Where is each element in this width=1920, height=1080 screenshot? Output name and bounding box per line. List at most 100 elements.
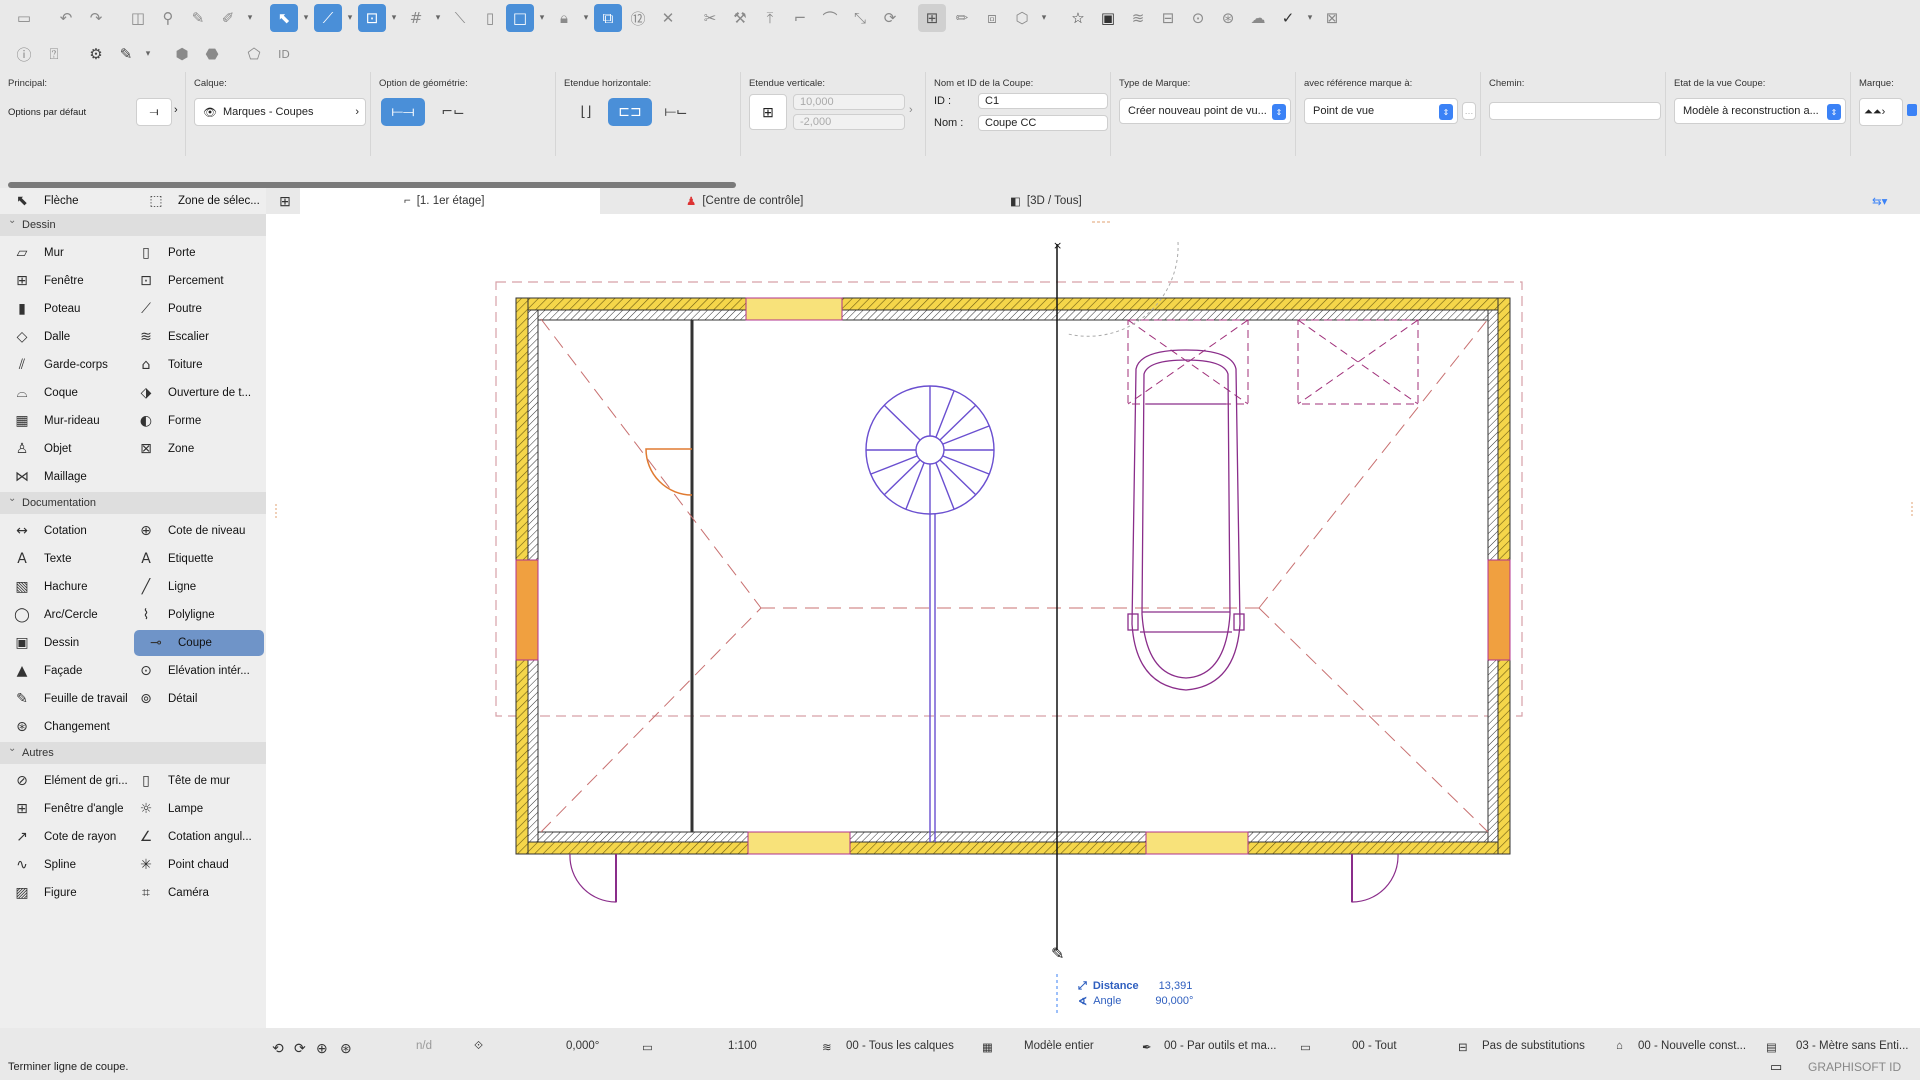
pen-set-value[interactable]: 00 - Par outils et ma... [1164,1040,1277,1052]
grid-snap-icon[interactable]: # [402,4,430,32]
tool-fleche[interactable]: ⬉ Flèche [10,188,78,214]
tool-percement[interactable]: ⊡ Percement [134,268,223,294]
offset-icon[interactable]: ⌐ [786,4,814,32]
scale-value[interactable]: 1:100 [728,1040,757,1052]
tool-cotation-angul[interactable]: ∠ Cotation angul... [134,824,252,850]
element-icon[interactable]: ⧈ [978,4,1006,32]
pencil-icon[interactable]: ✎ [112,40,140,68]
section-header-dessin[interactable]: Dessin [0,214,266,236]
tool-poutre[interactable]: ⟋ Poutre [134,296,202,322]
tool-dalle[interactable]: ◇ Dalle [10,324,71,350]
chevron-down-icon[interactable]: ▾ [344,4,356,32]
organizer-icon[interactable]: ⚙ [82,40,110,68]
tool-elévation-intér[interactable]: ⊙ Elévation intér... [134,658,250,684]
trace-icon[interactable]: ⧉ [594,4,622,32]
scissors-icon[interactable]: ✂ [696,4,724,32]
tool-ligne[interactable]: ╱ Ligne [134,574,196,600]
help-icon[interactable]: ⍰ [40,40,68,68]
id-icon[interactable]: ID [270,40,298,68]
tool-façade[interactable]: ▲ Façade [10,658,83,684]
elevate-icon[interactable]: ⤒ [756,4,784,32]
tool-cotation[interactable]: ↔ Cotation [10,518,87,544]
tool-zone[interactable]: ⊠ Zone [134,436,194,462]
check-icon[interactable]: ✓ [1274,4,1302,32]
snap-guide-icon[interactable]: ⊡ [358,4,386,32]
tool-texte[interactable]: A Texte [10,546,71,572]
geometry-straight-button[interactable]: ⟝⟞ [381,98,425,126]
layer-combo-value[interactable]: 00 - Tous les calques [846,1040,954,1052]
zoom-forward-icon[interactable]: ⟳ [294,1040,306,1057]
floor-plan-canvas[interactable]: × ✎ ⤢ Distance 13,391 ∢ Angle 90,000° [266,214,1920,1028]
tool-feuille-de-travail[interactable]: ✎ Feuille de travail [10,686,128,712]
reference-select[interactable]: Point de vue ⇕ [1304,98,1458,124]
favorites-icon[interactable]: ☆ [1064,4,1092,32]
wand-icon[interactable]: ⚒ [726,4,754,32]
id-field[interactable]: C1 [978,93,1108,109]
redo-icon[interactable]: ↷ [82,4,110,32]
tool-point-chaud[interactable]: ✳ Point chaud [134,852,229,878]
undo-icon[interactable]: ↶ [52,4,80,32]
chevron-down-icon[interactable]: ▾ [244,4,256,32]
publish-icon[interactable]: ⊙ [1184,4,1212,32]
tool-dessin[interactable]: ▣ Dessin [10,630,79,656]
info-icon[interactable]: ⓘ [10,40,38,68]
tab-1er-etage[interactable]: ⌐ [1. 1er étage] [300,188,600,214]
tab-3d[interactable]: ◧ [3D / Tous] [1010,188,1082,214]
angle-value[interactable]: 0,000° [566,1040,599,1052]
model-view-value[interactable]: Modèle entier [1024,1040,1094,1052]
tool-mur-rideau[interactable]: ▦ Mur-rideau [10,408,99,434]
guide-line-icon[interactable]: ⟋ [314,4,342,32]
tool-objet[interactable]: ♙ Objet [10,436,72,462]
sync-icon[interactable]: ☁ [1244,4,1272,32]
vertical-top-field[interactable]: 10,000 [793,94,905,110]
tool-figure[interactable]: ▨ Figure [10,880,76,906]
tab-options-icon[interactable]: ⇆▾ [1872,188,1887,214]
chevron-right-icon[interactable]: › [909,104,913,116]
inject-icon[interactable]: ✐ [214,4,242,32]
tracker-angle-value[interactable]: 90,000° [1155,995,1193,1008]
tool-arc-cercle[interactable]: ◯ Arc/Cercle [10,602,98,628]
tool-cote-de-niveau[interactable]: ⊕ Cote de niveau [134,518,245,544]
fillet-icon[interactable]: ⌒ [816,4,844,32]
save-icon[interactable]: ▭ [10,4,38,32]
magic-wand-icon[interactable]: ⚲ [154,4,182,32]
3d-filter-icon[interactable]: ⬢ [168,40,196,68]
tool-changement[interactable]: ⊛ Changement [10,714,110,740]
tool-escalier[interactable]: ≋ Escalier [134,324,209,350]
chevron-down-icon[interactable]: ▾ [580,4,592,32]
edit-icon[interactable]: ✏ [948,4,976,32]
cancel-icon[interactable]: ✕ [654,4,682,32]
teamwork-icon[interactable]: ⊛ [1214,4,1242,32]
nd-value[interactable]: n/d [416,1040,432,1052]
tool-poteau[interactable]: ▮ Poteau [10,296,80,322]
3d-icon[interactable]: ⬡ [1008,4,1036,32]
view-icon[interactable]: ▣ [1094,4,1122,32]
geometry-staggered-button[interactable]: ⌐⌙ [431,98,475,126]
chevron-down-icon[interactable]: ▾ [1304,4,1316,32]
browse-button[interactable]: … [1462,102,1476,120]
section-header-autres[interactable]: Autres [0,742,266,764]
tool-spline[interactable]: ∿ Spline [10,852,76,878]
name-field[interactable]: Coupe CC [978,115,1108,131]
chevron-down-icon[interactable]: ▾ [432,4,444,32]
lock-icon[interactable]: 🔒︎ [550,4,578,32]
tool-forme[interactable]: ◐ Forme [134,408,201,434]
range-infinite-button[interactable]: ⌊⌋ [564,98,608,126]
range-limited-button[interactable]: ⊏⊐ [608,98,652,126]
chevron-down-icon[interactable]: ▾ [142,40,154,68]
chevron-right-icon[interactable]: › [174,104,178,116]
grid-view-icon[interactable]: ⊞ [274,188,296,214]
brand-label[interactable]: GRAPHISOFT ID [1808,1060,1901,1074]
tool-tête-de-mur[interactable]: ▯ Tête de mur [134,768,230,794]
tool-etiquette[interactable]: A Etiquette [134,546,213,572]
tool-polyligne[interactable]: ⌇ Polyligne [134,602,215,628]
marker-preview-button[interactable]: ⏶⏶› [1859,98,1903,126]
path-field[interactable] [1489,102,1661,120]
chevron-down-icon[interactable]: ▾ [1038,4,1050,32]
range-zero-button[interactable]: ⟝⌙ [654,98,698,126]
tool-fenêtre-d-angle[interactable]: ⊞ Fenêtre d'angle [10,796,123,822]
dimension-value[interactable]: 03 - Mètre sans Enti... [1796,1040,1909,1052]
marquee-icon[interactable]: ⬣ [198,40,226,68]
group-icon[interactable]: ⊞ [918,4,946,32]
override-value[interactable]: Pas de substitutions [1482,1040,1585,1052]
